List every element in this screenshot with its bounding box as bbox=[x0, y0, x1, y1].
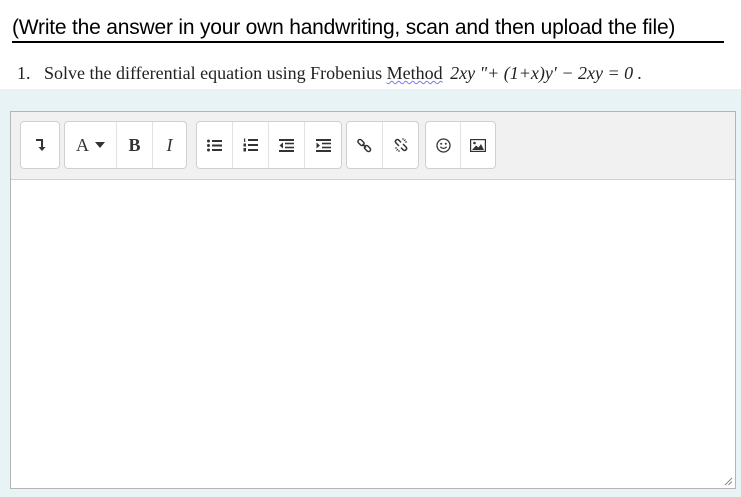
resize-handle-icon[interactable] bbox=[723, 476, 733, 486]
indent-button[interactable] bbox=[305, 122, 341, 168]
question-body: Solve the differential equation using Fr… bbox=[44, 63, 383, 83]
toolbar-group-links bbox=[346, 121, 419, 169]
bold-button[interactable]: B bbox=[117, 122, 153, 168]
toolbar-group-text: A B I bbox=[64, 121, 187, 169]
numbered-list-icon bbox=[243, 138, 258, 152]
outdent-button[interactable] bbox=[269, 122, 305, 168]
caret-down-icon bbox=[95, 142, 105, 148]
italic-button[interactable]: I bbox=[153, 122, 186, 168]
italic-label: I bbox=[166, 134, 173, 155]
emoji-button[interactable] bbox=[426, 122, 461, 168]
insert-link-button[interactable] bbox=[347, 122, 383, 168]
question-text: 1. Solve the differential equation using… bbox=[17, 62, 642, 84]
toolbar-group-toggle bbox=[20, 121, 60, 169]
spellcheck-word: Method bbox=[386, 63, 443, 83]
ordered-list-button[interactable] bbox=[233, 122, 269, 168]
toolbar-toggle-button[interactable] bbox=[21, 122, 59, 168]
instructions-heading: (Write the answer in your own handwritin… bbox=[12, 15, 724, 43]
unlink-button[interactable] bbox=[383, 122, 418, 168]
paragraph-style-button[interactable]: A bbox=[65, 122, 117, 168]
unlink-icon bbox=[394, 138, 407, 152]
font-style-label: A bbox=[76, 134, 89, 155]
question-equation: 2xy "+ (1+x)y′ − 2xy = 0 . bbox=[450, 63, 643, 83]
question-panel: (Write the answer in your own handwritin… bbox=[0, 0, 741, 89]
question-number: 1. bbox=[17, 63, 31, 83]
editor-toolbar: A B I bbox=[11, 112, 735, 180]
editor-content-area[interactable] bbox=[11, 180, 735, 488]
smiley-icon bbox=[435, 137, 451, 153]
link-icon bbox=[357, 138, 372, 152]
bullet-list-icon bbox=[207, 139, 222, 151]
unordered-list-button[interactable] bbox=[197, 122, 233, 168]
indent-icon bbox=[315, 138, 331, 152]
image-icon bbox=[470, 138, 486, 152]
bold-label: B bbox=[128, 134, 141, 155]
toolbar-group-lists bbox=[196, 121, 342, 169]
arrow-down-icon bbox=[36, 139, 46, 151]
toolbar-group-media bbox=[425, 121, 496, 169]
rich-text-editor: A B I bbox=[10, 111, 736, 489]
insert-image-button[interactable] bbox=[461, 122, 495, 168]
outdent-icon bbox=[279, 138, 294, 152]
